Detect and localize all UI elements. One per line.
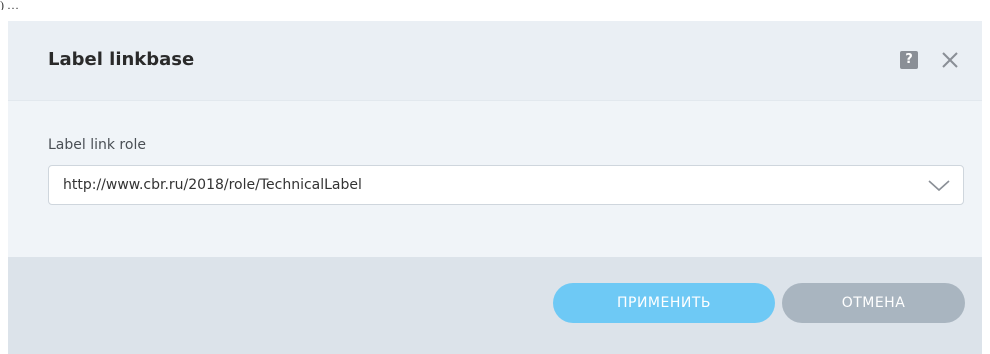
chevron-down-icon[interactable] <box>927 178 951 192</box>
label-link-role-select[interactable]: http://www.cbr.ru/2018/role/TechnicalLab… <box>48 165 964 205</box>
dialog-title: Label linkbase <box>48 49 195 70</box>
dialog-header: Label linkbase ? <box>8 21 982 101</box>
close-icon[interactable] <box>938 48 962 72</box>
selected-role-value: http://www.cbr.ru/2018/role/TechnicalLab… <box>63 177 362 193</box>
dialog-body: Label link role http://www.cbr.ru/2018/r… <box>8 101 982 257</box>
label-link-role-label: Label link role <box>48 137 146 153</box>
apply-button[interactable]: ПРИМЕНИТЬ <box>553 283 775 323</box>
label-linkbase-dialog: Label linkbase ? Label link role http://… <box>8 21 982 354</box>
cancel-button[interactable]: ОТМЕНА <box>782 283 965 323</box>
dialog-footer: ПРИМЕНИТЬ ОТМЕНА <box>8 257 982 354</box>
top-edge-text-fragment: ) … <box>0 0 19 10</box>
help-icon[interactable]: ? <box>900 51 918 69</box>
